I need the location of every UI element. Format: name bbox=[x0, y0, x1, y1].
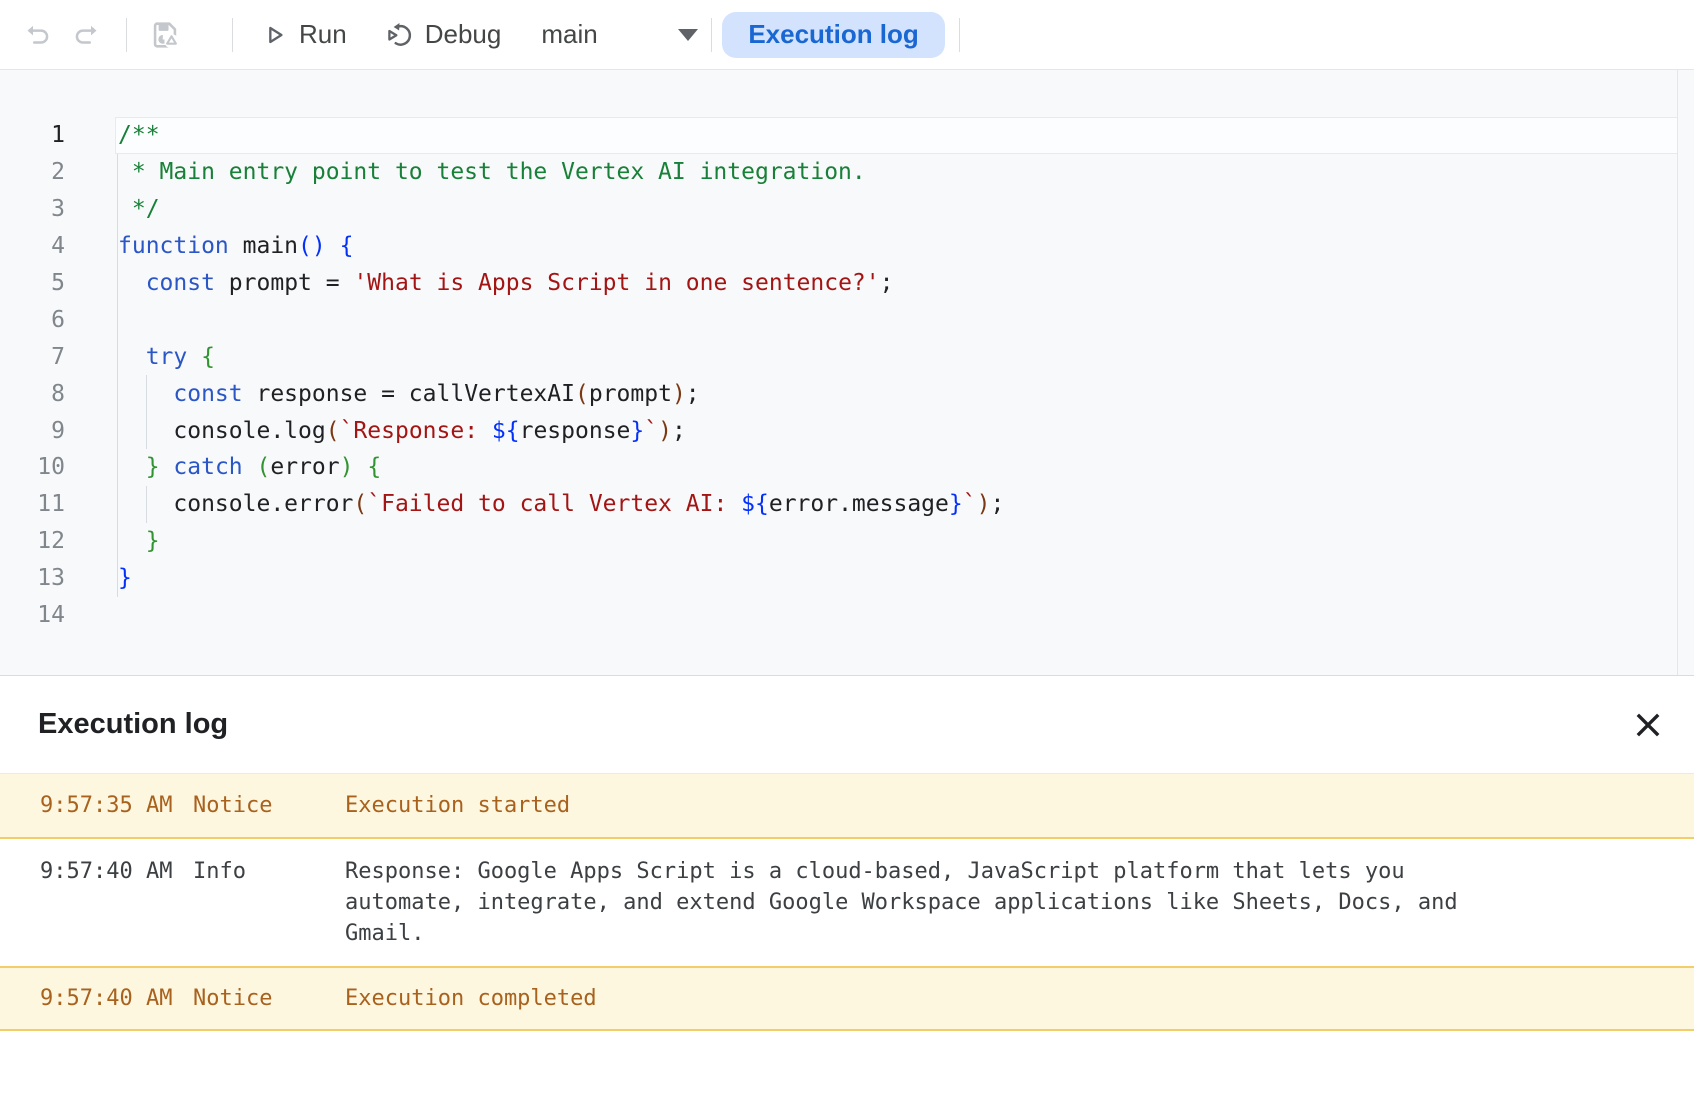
debug-button[interactable]: Debug bbox=[385, 19, 502, 50]
log-entry: 9:57:40 AMInfoResponse: Google Apps Scri… bbox=[0, 839, 1694, 966]
log-entry-message: Execution completed bbox=[345, 986, 1694, 1011]
code-text: } bbox=[65, 528, 160, 554]
code-text: } bbox=[65, 565, 132, 591]
log-entry: 9:57:35 AMNoticeExecution started bbox=[0, 774, 1694, 839]
log-entry-message: Response: Google Apps Script is a cloud-… bbox=[345, 856, 1694, 949]
debug-icon bbox=[385, 20, 415, 50]
debug-label: Debug bbox=[425, 19, 502, 50]
code-line[interactable]: 2 * Main entry point to test the Vertex … bbox=[0, 154, 1694, 191]
undo-icon bbox=[23, 20, 53, 50]
code-text: console.log(`Response: ${response}`); bbox=[65, 418, 686, 444]
line-number[interactable]: 1 bbox=[0, 122, 65, 148]
code-line[interactable]: 3 */ bbox=[0, 191, 1694, 228]
code-line[interactable]: 5 const prompt = 'What is Apps Script in… bbox=[0, 265, 1694, 302]
line-number[interactable]: 12 bbox=[0, 528, 65, 554]
line-number[interactable]: 6 bbox=[0, 307, 65, 333]
line-number[interactable]: 3 bbox=[0, 196, 65, 222]
toolbar-divider bbox=[711, 18, 712, 52]
code-line[interactable]: 4function main() { bbox=[0, 228, 1694, 265]
chevron-down-icon bbox=[677, 27, 699, 43]
code-text: /** bbox=[65, 122, 160, 148]
undo-button[interactable] bbox=[16, 13, 60, 57]
play-icon bbox=[261, 21, 289, 49]
line-number[interactable]: 14 bbox=[0, 602, 65, 628]
redo-icon bbox=[71, 20, 101, 50]
line-number[interactable]: 7 bbox=[0, 344, 65, 370]
close-icon bbox=[1633, 710, 1663, 740]
code-line[interactable]: 14 bbox=[0, 597, 1694, 634]
log-entry-level: Info bbox=[193, 856, 345, 949]
line-number[interactable]: 10 bbox=[0, 454, 65, 480]
code-text: } catch (error) { bbox=[65, 454, 381, 480]
code-line[interactable]: 12 } bbox=[0, 523, 1694, 560]
log-entry-time: 9:57:40 AM bbox=[0, 856, 193, 949]
log-entry-time: 9:57:40 AM bbox=[0, 986, 193, 1011]
line-number[interactable]: 2 bbox=[0, 159, 65, 185]
line-number[interactable]: 11 bbox=[0, 491, 65, 517]
line-number[interactable]: 5 bbox=[0, 270, 65, 296]
close-button[interactable] bbox=[1626, 703, 1670, 747]
code-line[interactable]: 9 console.log(`Response: ${response}`); bbox=[0, 412, 1694, 449]
redo-button[interactable] bbox=[64, 13, 108, 57]
toolbar-divider bbox=[126, 18, 127, 52]
execution-log-header: Execution log bbox=[0, 676, 1694, 773]
function-selector[interactable]: main bbox=[541, 19, 699, 50]
log-entry-message: Execution started bbox=[345, 793, 1694, 818]
code-text: */ bbox=[65, 196, 160, 222]
code-text: console.error(`Failed to call Vertex AI:… bbox=[65, 491, 1004, 517]
code-text: const prompt = 'What is Apps Script in o… bbox=[65, 270, 894, 296]
toolbar-divider bbox=[959, 18, 960, 52]
log-entry-level: Notice bbox=[193, 793, 345, 818]
line-number[interactable]: 9 bbox=[0, 418, 65, 444]
code-line[interactable]: 1/** bbox=[0, 117, 1694, 154]
line-number[interactable]: 13 bbox=[0, 565, 65, 591]
code-line[interactable]: 11 console.error(`Failed to call Vertex … bbox=[0, 486, 1694, 523]
toolbar: Run Debug main Execution log bbox=[0, 0, 1694, 70]
execution-log-title: Execution log bbox=[38, 708, 1626, 741]
function-selector-value: main bbox=[541, 19, 597, 50]
execution-log-button[interactable]: Execution log bbox=[722, 12, 944, 58]
save-button[interactable] bbox=[143, 13, 187, 57]
code-editor[interactable]: 1/**2 * Main entry point to test the Ver… bbox=[0, 70, 1694, 676]
code-text: function main() { bbox=[65, 233, 353, 259]
code-line[interactable]: 7 try { bbox=[0, 338, 1694, 375]
execution-log-entries: 9:57:35 AMNoticeExecution started9:57:40… bbox=[0, 773, 1694, 1031]
line-number[interactable]: 8 bbox=[0, 381, 65, 407]
log-entry-level: Notice bbox=[193, 986, 345, 1011]
code-area[interactable]: 1/**2 * Main entry point to test the Ver… bbox=[0, 70, 1694, 633]
code-text: try { bbox=[65, 344, 215, 370]
log-entry: 9:57:40 AMNoticeExecution completed bbox=[0, 966, 1694, 1031]
execution-log-button-label: Execution log bbox=[748, 19, 918, 50]
code-line[interactable]: 10 } catch (error) { bbox=[0, 449, 1694, 486]
run-button[interactable]: Run bbox=[261, 19, 347, 50]
log-entry-time: 9:57:35 AM bbox=[0, 793, 193, 818]
code-line[interactable]: 13} bbox=[0, 560, 1694, 597]
code-line[interactable]: 8 const response = callVertexAI(prompt); bbox=[0, 375, 1694, 412]
code-text: * Main entry point to test the Vertex AI… bbox=[65, 159, 866, 185]
code-line[interactable]: 6 bbox=[0, 301, 1694, 338]
run-label: Run bbox=[299, 19, 347, 50]
line-number[interactable]: 4 bbox=[0, 233, 65, 259]
save-icon bbox=[148, 18, 182, 52]
toolbar-divider bbox=[232, 18, 233, 52]
code-text: const response = callVertexAI(prompt); bbox=[65, 381, 700, 407]
execution-log-panel: Execution log 9:57:35 AMNoticeExecution … bbox=[0, 676, 1694, 1031]
